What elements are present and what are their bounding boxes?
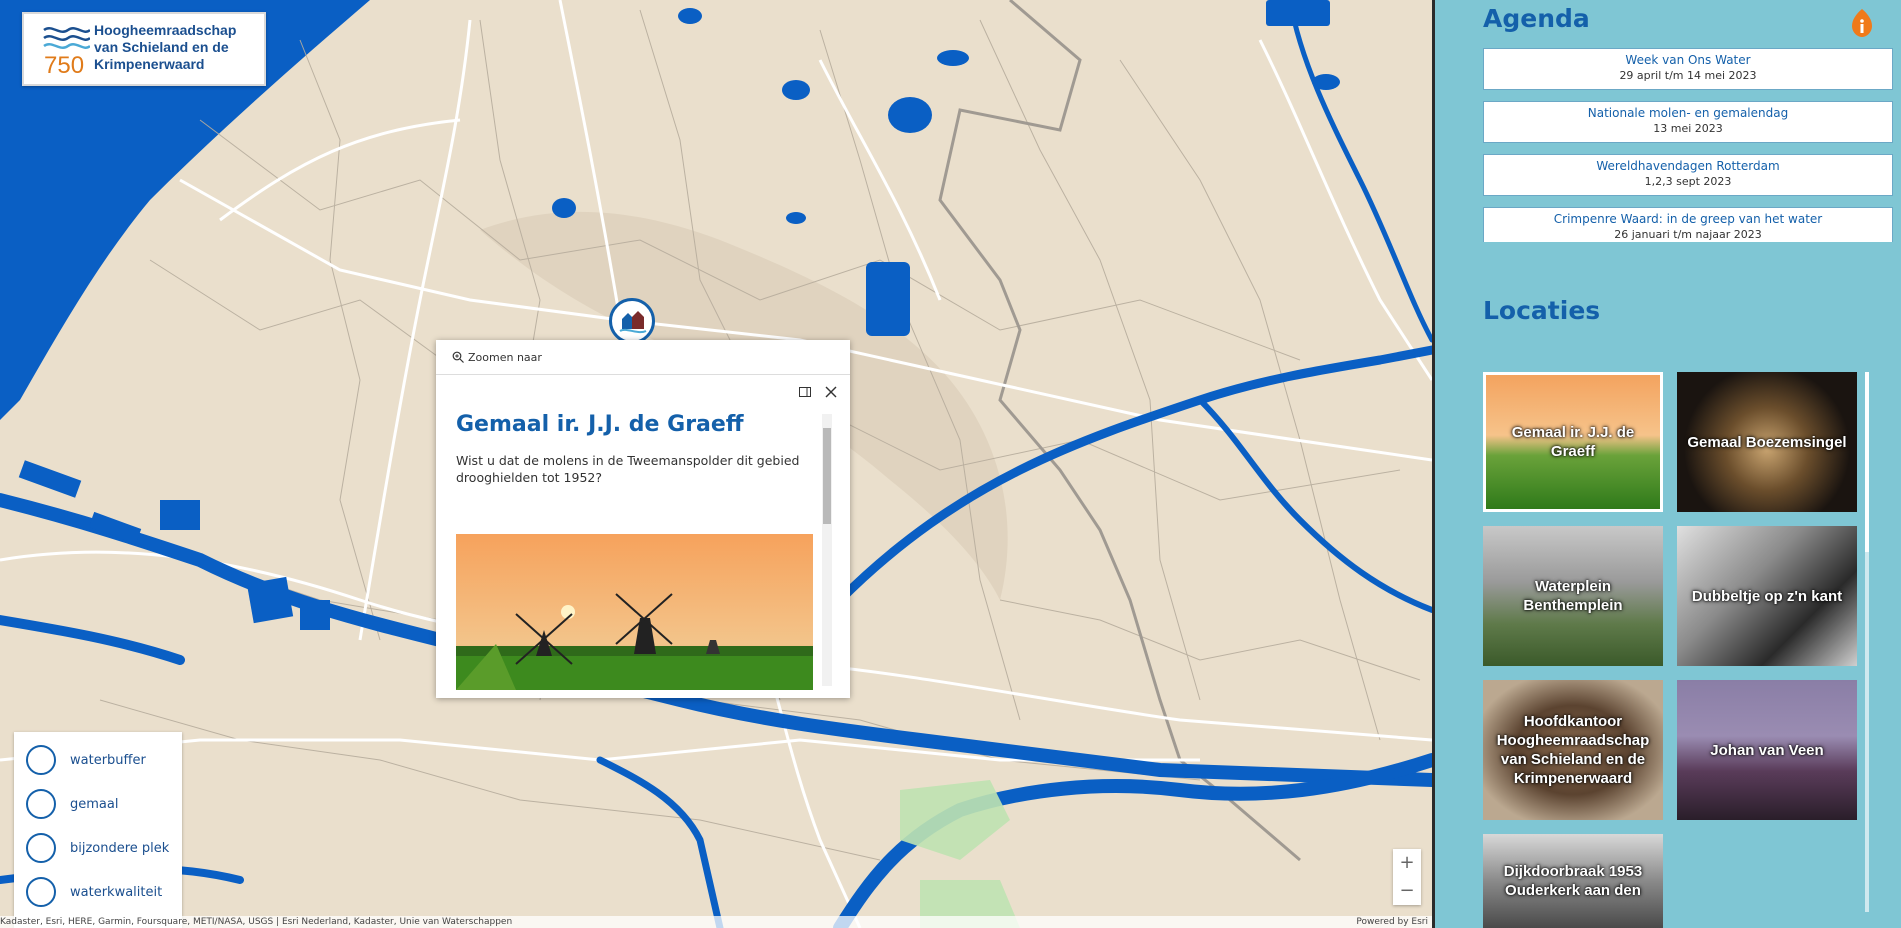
- zoom-to-label: Zoomen naar: [468, 350, 542, 364]
- agenda-date: 1,2,3 sept 2023: [1644, 175, 1732, 188]
- waves-icon: [43, 27, 90, 49]
- bijzondere-plek-icon: [26, 833, 56, 863]
- legend-label: waterbuffer: [70, 752, 146, 768]
- agenda-item[interactable]: Wereldhavendagen Rotterdam 1,2,3 sept 20…: [1483, 154, 1893, 196]
- location-label: Dubbeltje op z'n kant: [1691, 587, 1843, 605]
- agenda-item[interactable]: Week van Ons Water 29 april t/m 14 mei 2…: [1483, 48, 1893, 90]
- agenda-title: Crimpenre Waard: in de greep van het wat…: [1553, 212, 1823, 226]
- gemaal-icon: [26, 789, 56, 819]
- logo-line: Krimpenerwaard: [94, 56, 205, 72]
- logo-line: van Schieland en de: [94, 39, 229, 55]
- legend-label: bijzondere plek: [70, 840, 170, 856]
- logo-years: 750: [44, 52, 85, 79]
- agenda-date: 29 april t/m 14 mei 2023: [1619, 69, 1757, 82]
- attribution-bar: Kadaster, Esri, HERE, Garmin, Foursquare…: [0, 916, 1432, 928]
- legend-item: waterkwaliteit: [26, 874, 162, 910]
- popup-text: Wist u dat de molens in de Tweemanspolde…: [456, 453, 800, 485]
- location-label: Waterplein Benthemplein: [1523, 578, 1623, 614]
- location-tile[interactable]: Johan van Veen: [1677, 680, 1857, 820]
- zoom-to-button[interactable]: Zoomen naar: [436, 340, 850, 375]
- agenda-title: Wereldhavendagen Rotterdam: [1596, 159, 1780, 173]
- agenda-date: 26 januari t/m najaar 2023: [1614, 228, 1762, 241]
- location-label: Johan van Veen: [1710, 741, 1824, 759]
- legend-item: waterbuffer: [26, 742, 146, 778]
- legend: waterbuffer gemaal bijzondere plek water…: [14, 732, 182, 928]
- side-panel: Agenda Week van Ons Water 29 april t/m 1…: [1432, 0, 1901, 928]
- locations-heading: Locaties: [1483, 296, 1601, 325]
- waterkwaliteit-icon: [26, 877, 56, 907]
- location-tile[interactable]: Dijkdoorbraak 1953 Ouderkerk aan den: [1483, 834, 1663, 928]
- dock-icon[interactable]: [798, 384, 812, 398]
- location-label: Hoofdkantoor Hoogheemraadschap van Schie…: [1496, 713, 1650, 787]
- agenda-title: Nationale molen- en gemalendag: [1587, 106, 1789, 120]
- waterbuffer-icon: [26, 745, 56, 775]
- legend-item: gemaal: [26, 786, 118, 822]
- agenda-title: Week van Ons Water: [1625, 53, 1751, 67]
- popup-title: Gemaal ir. J.J. de Graeff: [456, 412, 744, 437]
- info-icon[interactable]: [1851, 8, 1873, 38]
- zoom-icon: [452, 351, 464, 363]
- gemaal-marker[interactable]: [609, 298, 655, 344]
- location-label: Dijkdoorbraak 1953 Ouderkerk aan den: [1503, 863, 1643, 899]
- location-tile[interactable]: Gemaal Boezemsingel: [1677, 372, 1857, 512]
- zoom-control: + −: [1393, 849, 1421, 905]
- logo-name: Hoogheemraadschap van Schieland en de Kr…: [94, 22, 236, 73]
- map-view[interactable]: 750 Hoogheemraadschap van Schieland en d…: [0, 0, 1432, 928]
- zoom-out-button[interactable]: −: [1393, 877, 1421, 905]
- location-label: Gemaal ir. J.J. de Graeff: [1511, 424, 1635, 460]
- agenda-item[interactable]: Crimpenre Waard: in de greep van het wat…: [1483, 207, 1893, 242]
- close-icon[interactable]: [824, 384, 838, 398]
- zoom-in-button[interactable]: +: [1393, 849, 1421, 877]
- legend-label: gemaal: [70, 796, 119, 812]
- location-tile[interactable]: Gemaal ir. J.J. de Graeff: [1483, 372, 1663, 512]
- legend-item: bijzondere plek: [26, 830, 169, 866]
- location-popup: Zoomen naar Gemaal ir. J.J. de Graeff Wi…: [436, 340, 850, 698]
- location-tile[interactable]: Hoofdkantoor Hoogheemraadschap van Schie…: [1483, 680, 1663, 820]
- attribution-text: Kadaster, Esri, HERE, Garmin, Foursquare…: [0, 917, 513, 927]
- powered-by-link[interactable]: Powered by Esri: [1356, 916, 1428, 928]
- location-tile[interactable]: Dubbeltje op z'n kant: [1677, 526, 1857, 666]
- gemaal-icon: [619, 311, 647, 334]
- agenda-list[interactable]: Week van Ons Water 29 april t/m 14 mei 2…: [1483, 48, 1895, 242]
- locations-scrollbar[interactable]: [1865, 372, 1869, 912]
- legend-label: waterkwaliteit: [70, 884, 163, 900]
- agenda-date: 13 mei 2023: [1653, 122, 1723, 135]
- location-tile[interactable]: Waterplein Benthemplein: [1483, 526, 1663, 666]
- popup-scrollbar[interactable]: [822, 414, 832, 686]
- agenda-item[interactable]: Nationale molen- en gemalendag 13 mei 20…: [1483, 101, 1893, 143]
- agenda-heading: Agenda: [1483, 4, 1590, 33]
- logo: 750 Hoogheemraadschap van Schieland en d…: [22, 12, 266, 86]
- location-label: Gemaal Boezemsingel: [1687, 433, 1847, 451]
- logo-line: Hoogheemraadschap: [94, 22, 237, 38]
- popup-image: [456, 534, 813, 690]
